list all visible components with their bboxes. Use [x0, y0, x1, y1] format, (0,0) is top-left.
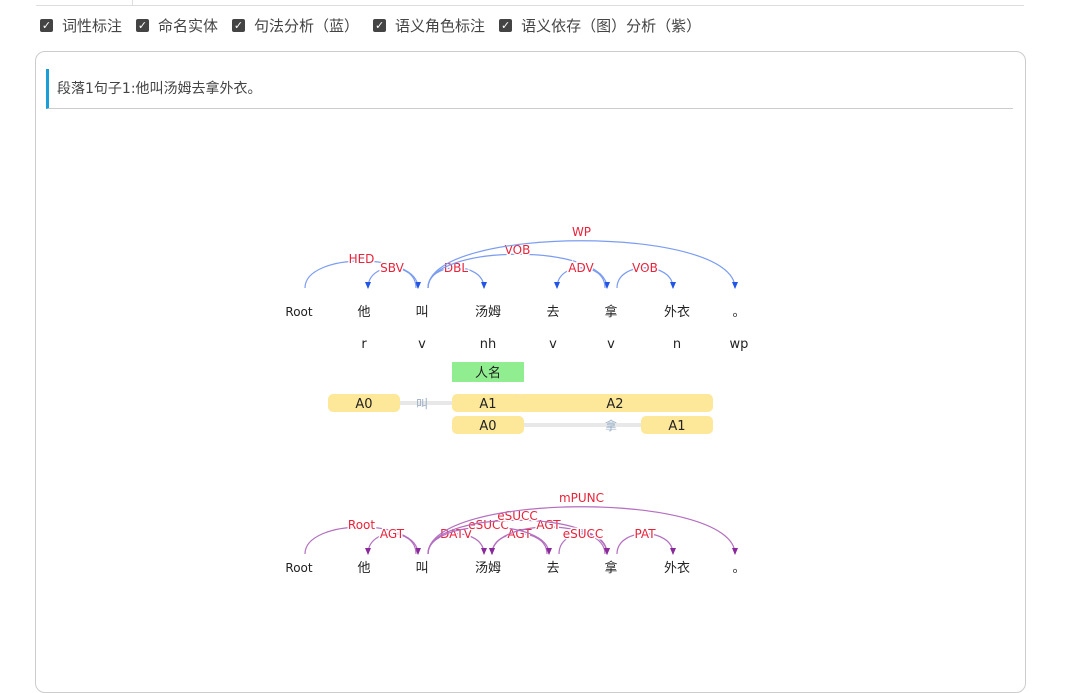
semantic-label: AGT [536, 518, 561, 532]
pos-tag: v [607, 337, 615, 352]
option-syntax[interactable]: ✓ 句法分析（蓝） [232, 15, 359, 36]
analysis-visualization: HEDSBV DBLVOBWPADV VOBRoot 他叫汤姆去拿外衣 。r v nh v v n… [285, 224, 749, 577]
srl-arg-label: A2 [606, 397, 623, 412]
pos-tag: v [549, 337, 557, 352]
checkbox-checked-icon[interactable]: ✓ [499, 19, 513, 32]
pos-tag: nh [480, 337, 496, 352]
srl-predicate: 叫 [416, 397, 428, 411]
srl-arg-label: A1 [479, 397, 496, 412]
token: 。 [732, 305, 745, 320]
option-pos[interactable]: ✓ 词性标注 [40, 15, 122, 36]
token: 叫 [415, 561, 428, 576]
syntax-label: VOB [505, 243, 531, 257]
srl-predicate: 拿 [605, 418, 617, 433]
arrow-head-icon [481, 282, 487, 289]
token: 。 [732, 561, 745, 576]
pos-tag: r [361, 337, 367, 352]
semantic-label: eSUCC [497, 509, 538, 523]
token: Root [285, 561, 312, 575]
token: 去 [546, 305, 559, 320]
option-ner[interactable]: ✓ 命名实体 [136, 15, 218, 36]
token: 他 [357, 305, 370, 320]
syntax-label: VOB [632, 261, 658, 275]
semantic-label: PAT [634, 527, 656, 541]
syntax-label: HED [349, 252, 375, 266]
srl-arg-label: A0 [479, 419, 496, 434]
option-srl[interactable]: ✓ 语义角色标注 [373, 15, 485, 36]
arrow-head-icon [732, 548, 738, 555]
option-label: 语义依存（图）分析（紫） [521, 17, 702, 35]
syntax-label: SBV [380, 261, 404, 275]
arrow-head-icon [670, 548, 676, 555]
arrow-head-icon [365, 548, 371, 555]
checkbox-checked-icon[interactable]: ✓ [40, 19, 53, 32]
option-label: 句法分析（蓝） [254, 17, 360, 35]
arrow-head-icon [365, 282, 371, 289]
token: 叫 [415, 305, 428, 320]
checkbox-checked-icon[interactable]: ✓ [373, 19, 387, 32]
ner-label: 人名 [475, 365, 501, 381]
srl-arg-label: A0 [355, 397, 372, 412]
pos-tag: n [673, 337, 681, 352]
option-semantic[interactable]: ✓ 语义依存（图）分析（紫） [499, 15, 701, 36]
token: 外衣 [664, 304, 690, 320]
token: 外衣 [664, 560, 690, 576]
token: 去 [546, 561, 559, 576]
arrow-head-icon [670, 282, 676, 289]
tab-strip-rule [132, 5, 1024, 6]
option-label: 命名实体 [158, 17, 219, 35]
token: 他 [357, 561, 370, 576]
token: 拿 [604, 560, 617, 576]
semantic-label: AGT [380, 527, 405, 541]
syntax-label: WP [572, 225, 591, 239]
token: 拿 [604, 304, 617, 320]
checkbox-checked-icon[interactable]: ✓ [232, 19, 246, 32]
token: 汤姆 [475, 561, 501, 576]
pos-tag: v [418, 337, 426, 352]
arrow-head-icon [481, 548, 487, 555]
tab-strip [36, 0, 1024, 6]
active-tab[interactable] [36, 0, 133, 6]
display-options: ✓ 词性标注 ✓ 命名实体 ✓ 句法分析（蓝） ✓ 语义角色标注 ✓ 语义依存（… [40, 15, 715, 36]
arrow-head-icon [732, 282, 738, 289]
option-label: 词性标注 [62, 17, 123, 35]
syntax-label: ADV [568, 261, 594, 275]
arrow-head-icon [554, 282, 560, 289]
token: 汤姆 [475, 305, 501, 320]
checkbox-checked-icon[interactable]: ✓ [136, 19, 150, 32]
token: Root [285, 305, 312, 319]
pos-tag: wp [730, 337, 749, 352]
arrow-head-icon [489, 548, 495, 555]
srl-arg-label: A1 [668, 419, 685, 434]
semantic-label: mPUNC [559, 491, 604, 505]
semantic-label: Root [348, 518, 375, 532]
semantic-label: eSUCC [563, 527, 604, 541]
result-panel: 段落1句子1:他叫汤姆去拿外衣。 HED SBV DBL VOB WP ADV VOB Roo… [35, 51, 1026, 693]
option-label: 语义角色标注 [395, 17, 486, 35]
